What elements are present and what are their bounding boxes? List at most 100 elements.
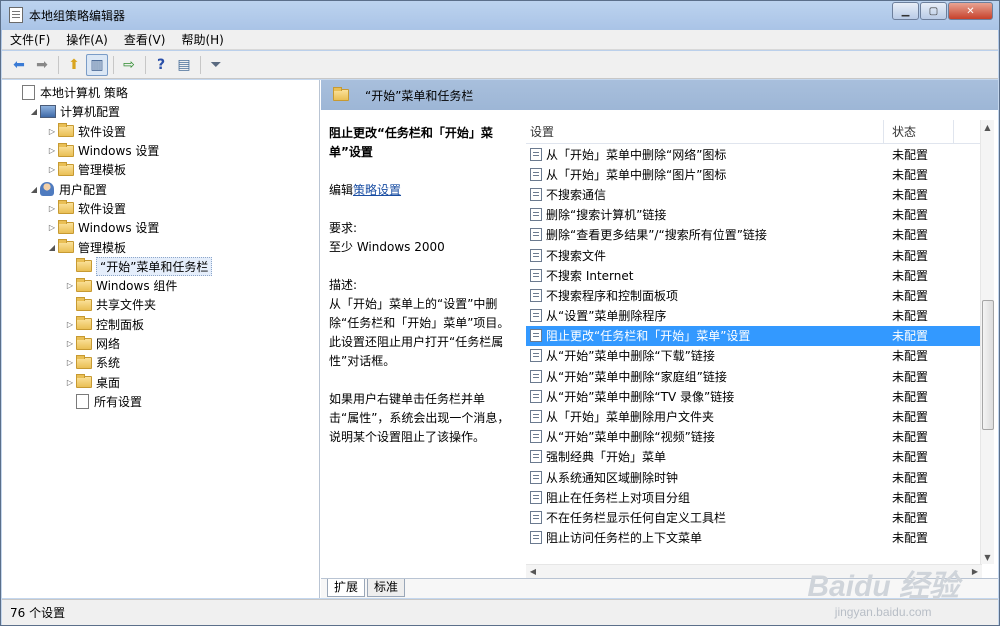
setting-name-cell: 不搜索程序和控制面板项 [526, 287, 888, 304]
expand-arrow-icon[interactable]: ▷ [64, 320, 76, 329]
horizontal-scrollbar[interactable]: ◀ ▶ [526, 564, 982, 578]
tree-item[interactable]: ▷ 控制面板 [2, 315, 319, 334]
scroll-up-icon[interactable]: ▲ [981, 120, 994, 134]
tree-item[interactable]: ◢ 用户配置 [2, 179, 319, 198]
setting-name: 阻止更改“任务栏和「开始」菜单”设置 [546, 329, 751, 344]
tree-item[interactable]: ▷ Windows 组件 [2, 276, 319, 295]
back-arrow-icon[interactable]: ⬅ [8, 54, 30, 76]
column-header-state[interactable]: 状态 [884, 120, 954, 143]
setting-name-cell: 不搜索文件 [526, 247, 888, 264]
scroll-right-icon[interactable]: ▶ [968, 565, 982, 578]
tree-item[interactable]: ▷ 系统 [2, 353, 319, 372]
setting-name: 隐藏通知区域 [546, 549, 618, 550]
tab-extended[interactable]: 扩展 [327, 579, 366, 597]
tree-item[interactable]: “开始”菜单和任务栏 [2, 256, 319, 276]
setting-row[interactable]: 阻止在任务栏上对项目分组 未配置 [526, 487, 982, 507]
expand-arrow-icon[interactable]: ▷ [64, 339, 76, 348]
tree-item-label: 系统 [96, 356, 121, 371]
setting-row[interactable]: 从“开始”菜单中删除“视频”链接 未配置 [526, 427, 982, 447]
setting-name: 不搜索 Internet [546, 268, 634, 283]
policy-settings-link[interactable]: 策略设置 [353, 183, 401, 197]
setting-name-cell: 从「开始」菜单中删除“网络”图标 [526, 146, 888, 163]
tree-item[interactable]: ▷ 软件设置 [2, 199, 319, 218]
close-button[interactable]: ✕ [948, 2, 993, 20]
expand-arrow-icon[interactable]: ▷ [46, 146, 58, 155]
expand-arrow-icon[interactable]: ▷ [46, 127, 58, 136]
expand-arrow-icon[interactable]: ◢ [28, 185, 40, 194]
expand-arrow-icon[interactable]: ◢ [28, 107, 40, 116]
expand-arrow-icon[interactable]: ▷ [64, 378, 76, 387]
setting-row[interactable]: 不搜索通信 未配置 [526, 184, 982, 204]
requirements-label: 要求: [329, 221, 358, 235]
setting-row[interactable]: 删除“查看更多结果”/“搜索所有位置”链接 未配置 [526, 225, 982, 245]
setting-row[interactable]: 不搜索 Internet 未配置 [526, 265, 982, 285]
tree-item[interactable]: ▷ 管理模板 [2, 160, 319, 179]
policy-setting-icon [530, 268, 542, 282]
setting-name: 不搜索文件 [546, 248, 607, 263]
scroll-left-icon[interactable]: ◀ [526, 565, 540, 578]
expand-arrow-icon[interactable]: ▷ [46, 165, 58, 174]
setting-row[interactable]: 不在任务栏显示任何自定义工具栏 未配置 [526, 507, 982, 527]
expand-arrow-icon[interactable]: ▷ [46, 223, 58, 232]
setting-row[interactable]: 阻止访问任务栏的上下文菜单 未配置 [526, 528, 982, 548]
tree-item[interactable]: ▷ 网络 [2, 334, 319, 353]
menu-action[interactable]: 操作(A) [58, 31, 116, 48]
help-icon[interactable]: ? [150, 54, 172, 76]
menu-file[interactable]: 文件(F) [2, 31, 58, 48]
tree-item[interactable]: ▷ 桌面 [2, 372, 319, 391]
tree-item[interactable]: ▷ 软件设置 [2, 122, 319, 141]
menu-help[interactable]: 帮助(H) [173, 31, 231, 48]
expand-arrow-icon[interactable]: ▷ [64, 281, 76, 290]
minimize-button[interactable]: ▁ [892, 2, 919, 20]
setting-row[interactable]: 不搜索文件 未配置 [526, 245, 982, 265]
setting-row[interactable]: 从“开始”菜单中删除“TV 录像”链接 未配置 [526, 386, 982, 406]
setting-row[interactable]: 从「开始」菜单中删除“图片”图标 未配置 [526, 164, 982, 184]
tree-item[interactable]: ◢ 计算机配置 [2, 102, 319, 121]
setting-state: 未配置 [892, 430, 929, 445]
expand-arrow-icon[interactable]: ▷ [64, 358, 76, 367]
tree-item-label: 用户配置 [59, 182, 108, 197]
setting-row[interactable]: 从「开始」菜单删除用户文件夹 未配置 [526, 406, 982, 426]
setting-row[interactable]: 从“设置”菜单删除程序 未配置 [526, 306, 982, 326]
setting-name-cell: 从“开始”菜单中删除“视频”链接 [526, 428, 888, 445]
forward-arrow-icon[interactable]: ➡ [31, 54, 53, 76]
setting-row[interactable]: 不搜索程序和控制面板项 未配置 [526, 285, 982, 305]
setting-row[interactable]: 从“开始”菜单中删除“下载”链接 未配置 [526, 346, 982, 366]
column-header-setting[interactable]: 设置 [526, 120, 884, 143]
maximize-button[interactable]: ▢ [920, 2, 947, 20]
scroll-thumb[interactable] [982, 300, 994, 430]
scroll-down-icon[interactable]: ▼ [981, 550, 994, 564]
menu-view[interactable]: 查看(V) [116, 31, 174, 48]
setting-row[interactable]: 从“开始”菜单中删除“家庭组”链接 未配置 [526, 366, 982, 386]
toolbar-separator [58, 55, 59, 74]
tree-item[interactable]: ▷ Windows 设置 [2, 141, 319, 160]
setting-row[interactable]: 从系统通知区域删除时钟 未配置 [526, 467, 982, 487]
tree-item[interactable]: ◢ 管理模板 [2, 237, 319, 256]
tree-item[interactable]: ▷ Windows 设置 [2, 218, 319, 237]
tree-item[interactable]: 共享文件夹 [2, 295, 319, 314]
expand-arrow-icon[interactable]: ◢ [46, 243, 58, 252]
tree-item[interactable]: 所有设置 [2, 392, 319, 411]
properties-icon[interactable]: ▤ [173, 54, 195, 76]
policy-setting-icon [530, 410, 542, 424]
policy-setting-icon [530, 187, 542, 201]
folder-icon [76, 354, 92, 369]
up-folder-icon[interactable]: ⬆ [63, 54, 85, 76]
policy-setting-icon [530, 288, 542, 302]
folder-icon [58, 200, 74, 215]
tab-standard[interactable]: 标准 [367, 579, 406, 597]
setting-row[interactable]: 从「开始」菜单中删除“网络”图标 未配置 [526, 144, 982, 164]
filter-icon[interactable]: ⏷ [205, 54, 227, 76]
setting-row[interactable]: 阻止更改“任务栏和「开始」菜单”设置 未配置 [526, 325, 982, 346]
setting-row[interactable]: 强制经典「开始」菜单 未配置 [526, 447, 982, 467]
description-text: 从「开始」菜单上的“设置”中删除“任务栏和「开始」菜单”项目。此设置还阻止用户打… [329, 297, 510, 368]
tree-item[interactable]: 本地计算机 策略 [2, 83, 319, 102]
description-title: 阻止更改“任务栏和「开始」菜单”设置 [329, 126, 493, 159]
setting-row[interactable]: 隐藏通知区域 未配置 [526, 548, 982, 550]
window-controls: ▁ ▢ ✕ [891, 2, 993, 20]
expand-arrow-icon[interactable]: ▷ [46, 204, 58, 213]
export-list-icon[interactable]: ⇨ [118, 54, 140, 76]
show-hide-tree-icon[interactable]: ▥ [86, 53, 108, 76]
vertical-scrollbar[interactable]: ▲ ▼ [980, 120, 994, 564]
setting-row[interactable]: 删除“搜索计算机”链接 未配置 [526, 205, 982, 225]
